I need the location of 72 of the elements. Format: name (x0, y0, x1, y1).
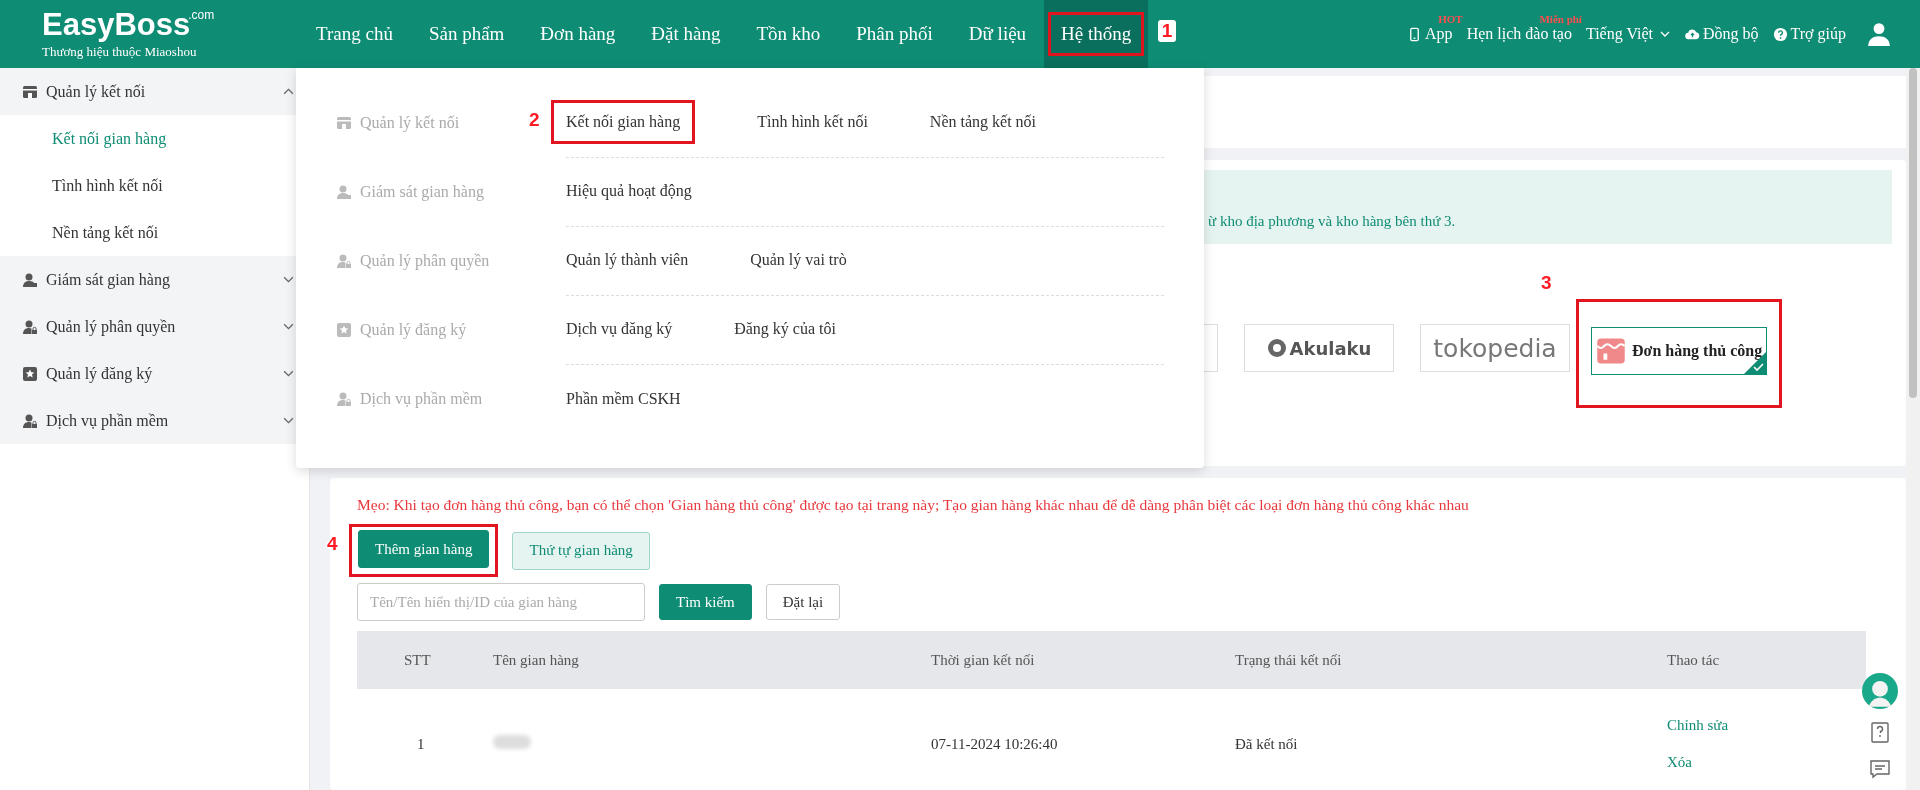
nav-item[interactable]: Sản phẩm (410, 0, 523, 68)
platform-card[interactable]: Akulaku (1244, 324, 1394, 372)
scrollbar-thumb[interactable] (1909, 68, 1917, 398)
nav-item[interactable]: Đặt hàng (633, 0, 739, 68)
annotation-number: 4 (327, 533, 338, 555)
notice-text: ừ kho địa phương và kho hàng bên thứ 3. (1208, 213, 1456, 230)
header-link[interactable]: Hẹn lịch đào tạo (1466, 25, 1572, 43)
nav-item[interactable]: Đơn hàng (522, 0, 634, 68)
column-header: Trạng thái kết nối (1235, 651, 1343, 669)
annotation-number: 3 (1541, 271, 1552, 294)
blurred-text-placeholder (493, 735, 531, 749)
table-cell-text: 1 (416, 735, 426, 753)
lock-icon (22, 318, 38, 335)
header-link[interactable]: Tiếng Việt (1585, 25, 1671, 43)
promo-label: HOT (1438, 13, 1463, 25)
annotation-number: 1 (1157, 20, 1177, 42)
nav-item[interactable]: Trang chủ (298, 0, 411, 68)
menu-link[interactable]: Nền tảng kết nối (929, 113, 1037, 131)
menu-category: Quản lý đăng ký (360, 320, 467, 339)
annotation-number: 2 (529, 109, 540, 131)
tip-text: Mẹo: Khi tạo đơn hàng thủ công, bạn có thể chọn 'Gian hàng thủ công' được tạo tại trang này; Tạo gian hàng khác nhau để dễ dàng phân biệt các loại đơn hàng thủ công khác nhau (357, 496, 1470, 514)
search-button[interactable]: Tìm kiếm (659, 584, 752, 620)
menu-link[interactable]: Quản lý vai trò (750, 251, 847, 269)
logo-suffix: .com (188, 8, 215, 22)
menu-link[interactable]: Tình hình kết nối (757, 113, 868, 131)
menu-category: Quản lý kết nối (360, 113, 460, 132)
scrollbar[interactable] (1906, 68, 1920, 790)
logo-tagline: Thương hiệu thuộc Miaoshou (42, 44, 198, 60)
menu-link[interactable]: Hiệu quả hoạt động (566, 182, 692, 200)
nav-item[interactable]: Phân phối (838, 0, 951, 68)
circle-logo-icon (1266, 338, 1287, 358)
user-icon (1866, 21, 1892, 47)
lock-icon (336, 390, 352, 407)
store-icon (336, 114, 352, 131)
search-field[interactable]: Tên/Tên hiển thị/ID của gian hàng (357, 583, 645, 621)
menu-category: Giám sát gian hàng (360, 182, 484, 201)
person-icon (336, 183, 352, 200)
help-book-icon[interactable] (1868, 721, 1892, 745)
menu-link[interactable]: Quản lý thành viên (566, 251, 689, 269)
menu-category: Dịch vụ phần mềm (360, 389, 483, 408)
person-icon (22, 271, 38, 288)
platform-card[interactable]: Đơn hàng thủ công (1591, 326, 1767, 375)
header-link[interactable]: Trợ giúp (1772, 25, 1846, 43)
nav-item[interactable]: Tồn kho (738, 0, 839, 68)
column-header: Tên gian hàng (493, 651, 580, 669)
store-order-button[interactable]: Thứ tự gian hàng (512, 531, 650, 570)
lock-icon (336, 252, 352, 269)
menu-category: Quản lý phân quyền (360, 251, 490, 270)
action-link[interactable]: Xóa (1667, 754, 1837, 771)
column-header: STT (403, 651, 432, 669)
menu-link[interactable]: Kết nối gian hàng (566, 113, 681, 131)
header-link[interactable]: App (1407, 25, 1453, 43)
header-link[interactable]: Đồng bộ (1685, 25, 1759, 43)
action-link[interactable]: Chỉnh sửa (1667, 717, 1837, 734)
nav-item[interactable]: Dữ liệu (950, 0, 1045, 68)
column-header: Thao tác (1667, 651, 1721, 669)
promo-label: Miễn phí (1539, 13, 1582, 25)
table-cell-text: 07-11-2024 10:26:40 (931, 735, 1059, 753)
avatar-icon[interactable] (1862, 673, 1898, 709)
chat-icon[interactable] (1868, 757, 1892, 781)
lock-icon (22, 412, 38, 429)
add-store-button[interactable]: Thêm gian hàng (358, 530, 490, 568)
store-icon (22, 83, 38, 100)
menu-link[interactable]: Đăng ký của tôi (734, 320, 836, 338)
help-icon (1772, 26, 1788, 42)
platform-card[interactable]: tokopedia (1420, 324, 1570, 372)
table-cell-text: Đã kết nối (1235, 735, 1299, 753)
menu-link[interactable]: Dịch vụ đăng ký (566, 320, 673, 338)
reset-button[interactable]: Đặt lại (765, 584, 841, 620)
nav-item[interactable]: Hệ thống (1048, 12, 1145, 56)
menu-link[interactable]: Phần mềm CSKH (566, 389, 681, 408)
column-header: Thời gian kết nối (931, 651, 1036, 669)
